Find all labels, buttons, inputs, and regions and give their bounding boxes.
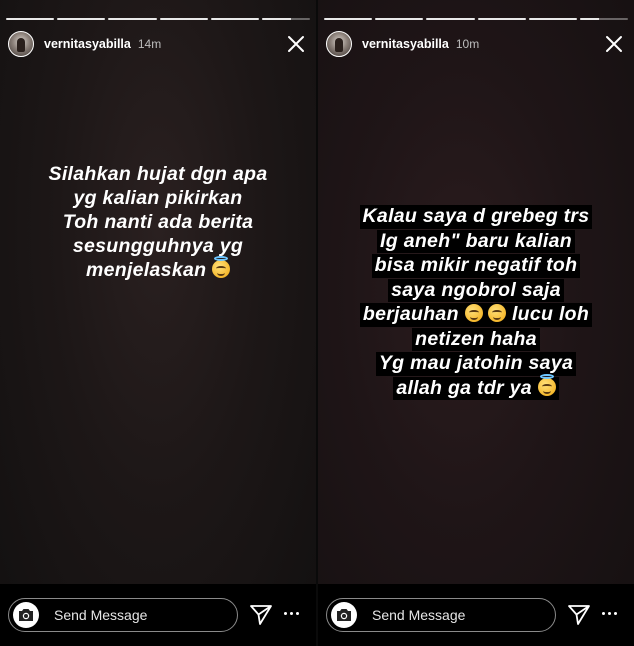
story-header: vernitasyabilla 14m bbox=[8, 29, 308, 59]
story-caption: Kalau saya d grebeg trs Ig aneh" baru ka… bbox=[318, 204, 634, 400]
progress-segment bbox=[6, 18, 55, 20]
send-icon[interactable] bbox=[567, 603, 591, 627]
avatar[interactable] bbox=[8, 31, 34, 57]
story-progress-bar bbox=[6, 18, 311, 20]
progress-segment bbox=[159, 18, 208, 20]
progress-segment-current bbox=[261, 18, 311, 20]
send-message-input[interactable]: Send Message bbox=[326, 598, 556, 632]
caption-line: Kalau saya d grebeg trs bbox=[359, 205, 593, 229]
progress-segment-current bbox=[579, 18, 629, 20]
caption-line: Silahkan hujat dgn apa bbox=[48, 163, 268, 185]
close-icon[interactable] bbox=[602, 32, 626, 56]
progress-segment bbox=[57, 18, 106, 20]
avatar[interactable] bbox=[326, 31, 352, 57]
story-header: vernitasyabilla 10m bbox=[326, 29, 626, 59]
progress-segment bbox=[426, 18, 475, 20]
caption-line: netizen haha bbox=[412, 327, 540, 351]
progress-segment bbox=[375, 18, 424, 20]
send-message-placeholder: Send Message bbox=[372, 607, 466, 623]
story-panel-left[interactable]: vernitasyabilla 14m Silahkan hujat dgn a… bbox=[0, 0, 316, 646]
caption-line-emoji: berjauhan lucu loh bbox=[359, 303, 593, 327]
send-message-placeholder: Send Message bbox=[54, 607, 148, 623]
caption-line-last: allah ga tdr ya bbox=[393, 373, 559, 400]
story-caption: Silahkan hujat dgn apa yg kalian pikirka… bbox=[8, 162, 308, 282]
more-icon[interactable] bbox=[284, 612, 300, 618]
caption-line: saya ngobrol saja bbox=[388, 278, 564, 302]
face-with-tears-of-joy-icon bbox=[464, 304, 483, 322]
caption-line-last: menjelaskan bbox=[8, 256, 308, 282]
username[interactable]: vernitasyabilla bbox=[44, 37, 131, 51]
progress-segment bbox=[210, 18, 259, 20]
username[interactable]: vernitasyabilla bbox=[362, 37, 449, 51]
camera-button[interactable] bbox=[331, 602, 357, 628]
send-icon[interactable] bbox=[249, 603, 273, 627]
caption-line: sesungguhnya yg bbox=[72, 235, 244, 257]
caption-text: menjelaskan bbox=[85, 259, 207, 281]
smiling-face-with-halo-icon bbox=[212, 256, 231, 278]
story-time: 14m bbox=[137, 37, 162, 51]
rolling-on-floor-laughing-icon bbox=[488, 304, 507, 322]
caption-line: bisa mikir negatif toh bbox=[371, 254, 581, 278]
camera-icon bbox=[19, 609, 33, 621]
more-icon[interactable] bbox=[602, 612, 618, 618]
story-time: 10m bbox=[455, 37, 480, 51]
reply-bar: Send Message bbox=[318, 584, 634, 646]
story-progress-bar bbox=[324, 18, 629, 20]
caption-line: Toh nanti ada berita bbox=[62, 211, 254, 233]
progress-segment bbox=[108, 18, 157, 20]
camera-button[interactable] bbox=[13, 602, 39, 628]
caption-line: yg kalian pikirkan bbox=[73, 187, 243, 209]
close-icon[interactable] bbox=[284, 32, 308, 56]
story-panel-right[interactable]: vernitasyabilla 10m Kalau saya d grebeg … bbox=[318, 0, 634, 646]
caption-text: allah ga tdr ya bbox=[396, 376, 532, 399]
send-message-input[interactable]: Send Message bbox=[8, 598, 238, 632]
caption-line: Yg mau jatohin saya bbox=[375, 352, 577, 376]
progress-segment bbox=[477, 18, 526, 20]
reply-bar: Send Message bbox=[0, 584, 316, 646]
camera-icon bbox=[337, 609, 351, 621]
smiling-face-with-halo-icon bbox=[537, 373, 556, 396]
caption-text: lucu loh bbox=[511, 303, 590, 325]
caption-text: berjauhan bbox=[362, 303, 459, 325]
progress-segment bbox=[528, 18, 577, 20]
caption-line: Ig aneh" baru kalian bbox=[377, 229, 575, 253]
progress-segment bbox=[324, 18, 373, 20]
